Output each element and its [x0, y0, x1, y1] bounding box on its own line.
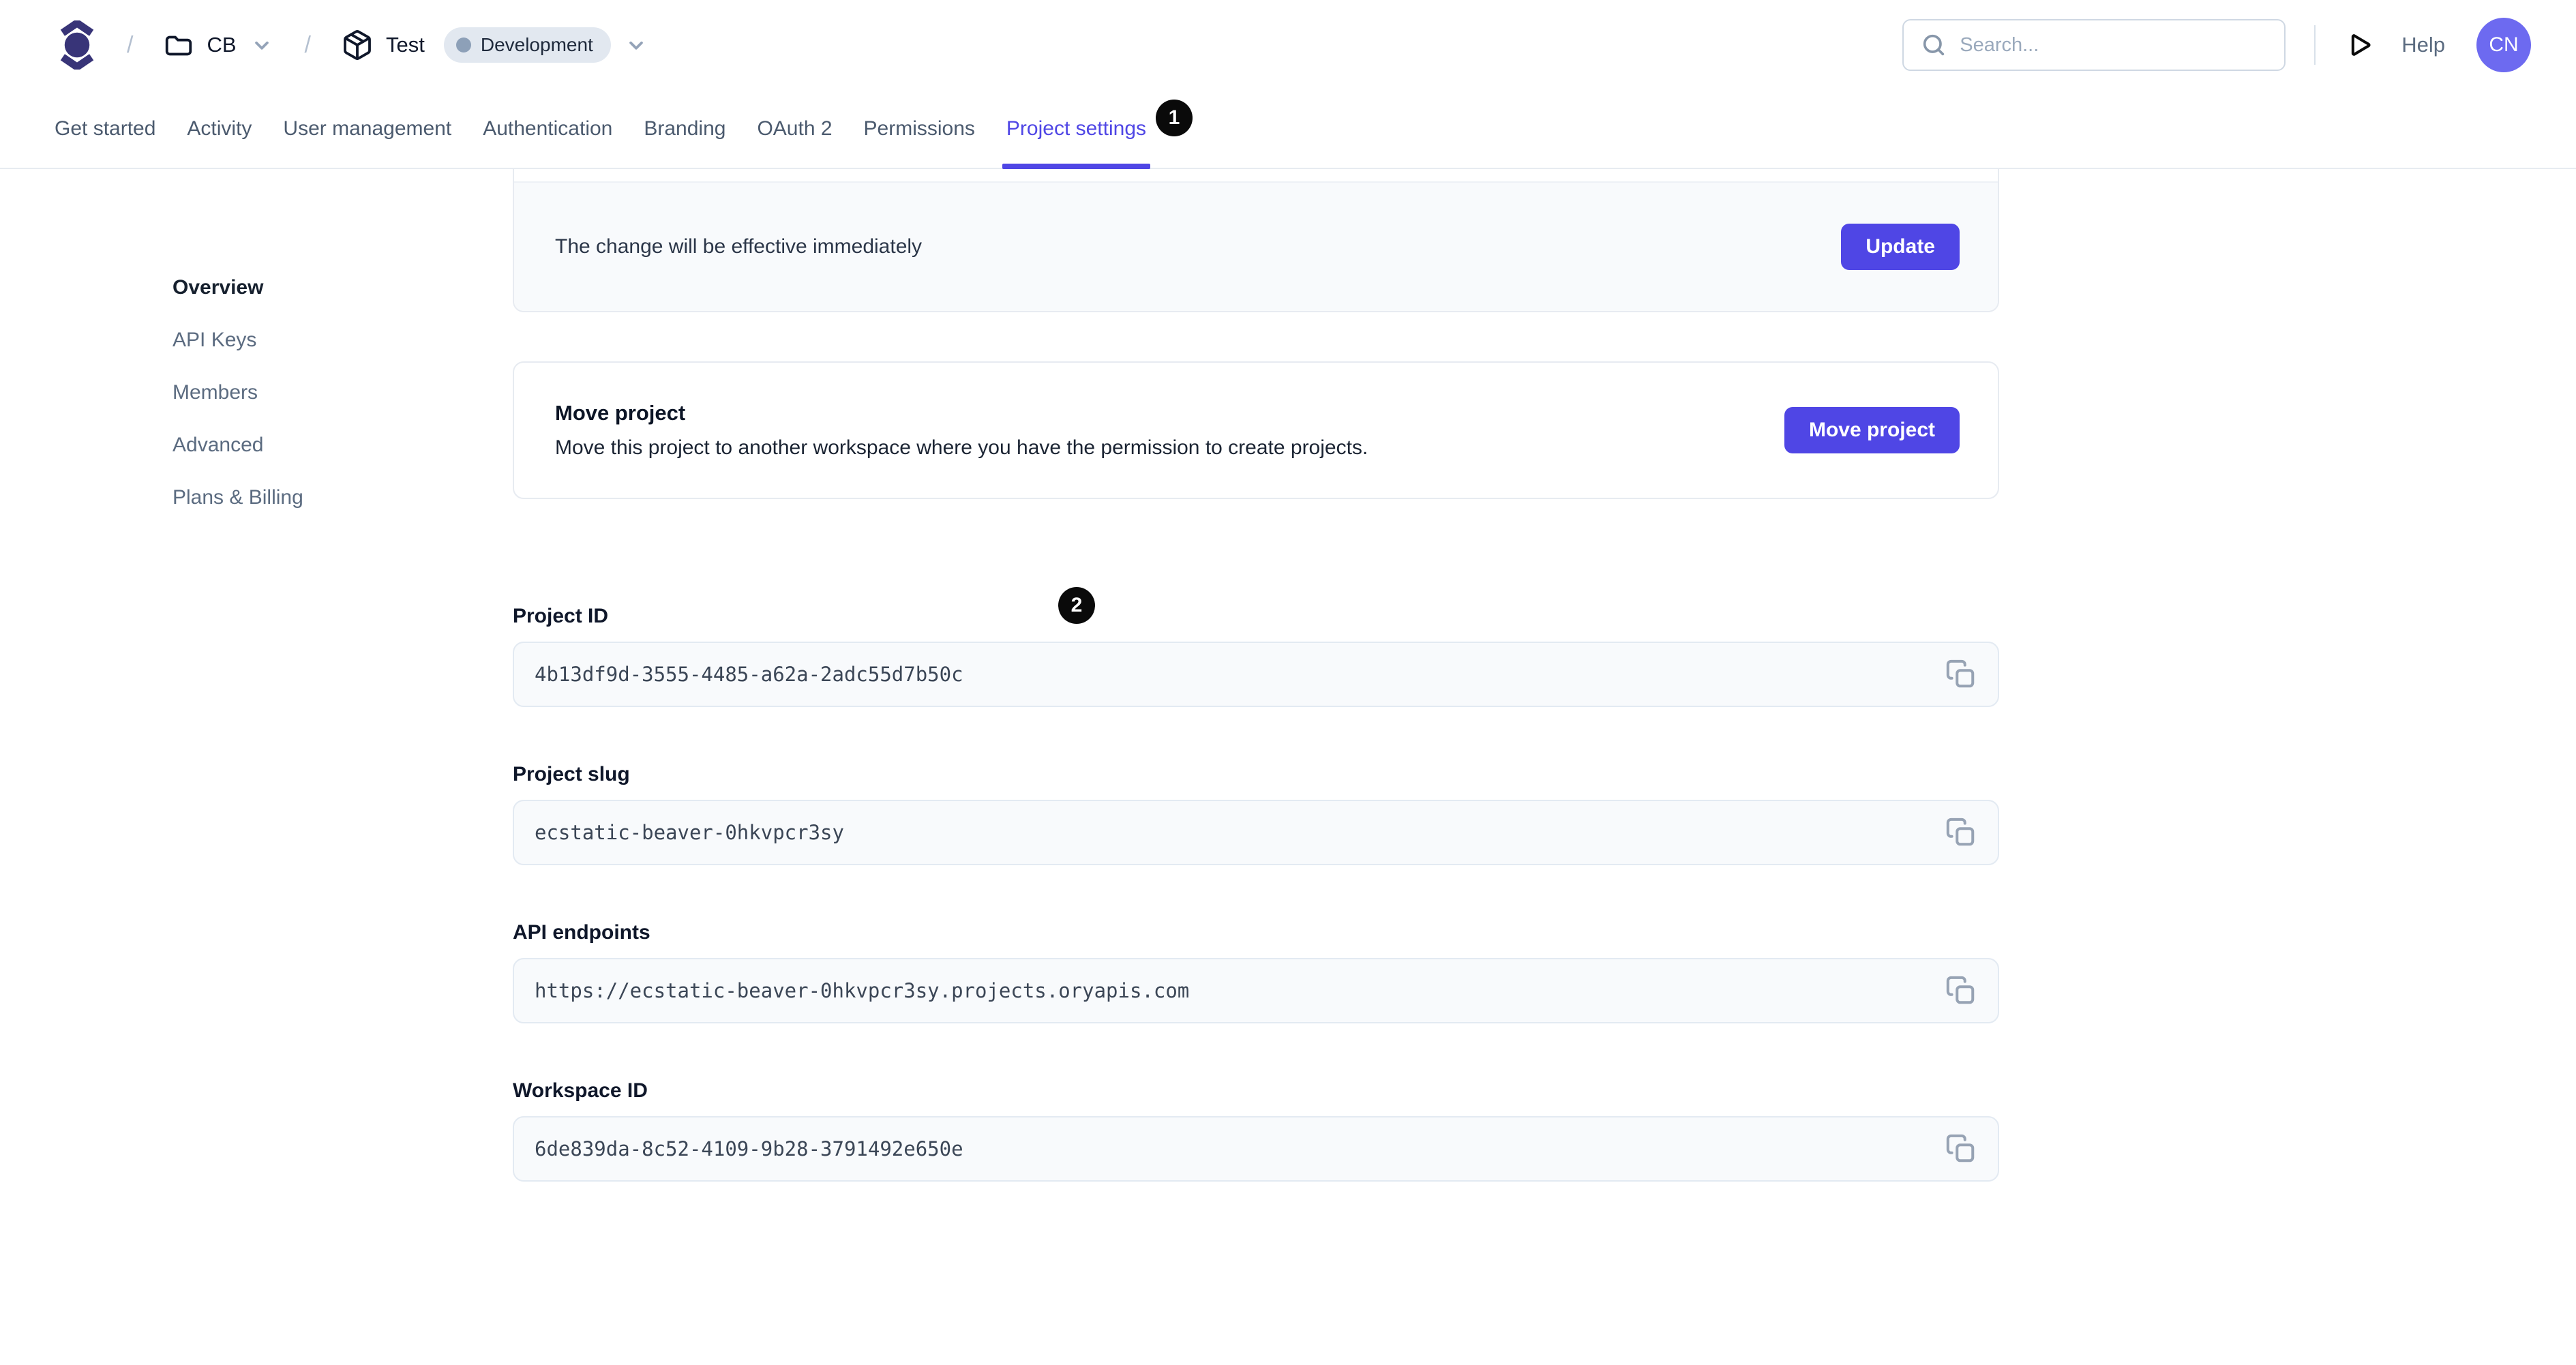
sidebar-item-members[interactable]: Members — [173, 381, 513, 404]
api-endpoints-value: https://ecstatic-beaver-0hkvpcr3sy.proje… — [535, 979, 1190, 1002]
field-value-box: 6de839da-8c52-4109-9b28-3791492e650e — [513, 1116, 1999, 1182]
move-project-card: Move project Move this project to anothe… — [513, 361, 1999, 499]
project-name: Test — [385, 33, 425, 57]
workspace-name: CB — [207, 33, 237, 57]
search-box[interactable] — [1902, 19, 2286, 71]
tab-user-management[interactable]: User management — [283, 90, 451, 168]
help-link[interactable]: Help — [2401, 33, 2445, 57]
field-value-box: 4b13df9d-3555-4485-a62a-2adc55d7b50c — [513, 642, 1999, 707]
sidebar-item-advanced[interactable]: Advanced — [173, 434, 513, 456]
tab-activity[interactable]: Activity — [187, 90, 252, 168]
field-project-slug: Project slug ecstatic-beaver-0hkvpcr3sy — [513, 763, 1999, 865]
ory-logo-icon[interactable] — [57, 20, 97, 70]
tab-label: Project settings — [1006, 117, 1146, 140]
update-card: The change will be effective immediately… — [513, 169, 1999, 312]
settings-sidebar: Overview API Keys Members Advanced Plans… — [0, 169, 513, 1365]
annotation-badge-1: 1 — [1156, 100, 1193, 136]
breadcrumb-separator: / — [304, 31, 311, 58]
search-icon — [1920, 31, 1947, 59]
project-switcher[interactable]: Test Development — [341, 27, 649, 63]
tab-oauth2[interactable]: OAuth 2 — [757, 90, 832, 168]
copy-icon — [1945, 659, 1977, 690]
update-card-footer: The change will be effective immediately… — [514, 181, 1998, 311]
header-actions: Help CN — [1902, 18, 2531, 72]
tab-project-settings[interactable]: Project settings 1 — [1002, 90, 1193, 169]
move-project-description: Move this project to another workspace w… — [555, 436, 1368, 459]
project-id-value: 4b13df9d-3555-4485-a62a-2adc55d7b50c — [535, 663, 963, 686]
avatar[interactable]: CN — [2476, 18, 2531, 72]
field-value-box: ecstatic-beaver-0hkvpcr3sy — [513, 800, 1999, 865]
field-project-id: Project ID 4b13df9d-3555-4485-a62a-2adc5… — [513, 605, 1999, 707]
field-label: Project slug — [513, 763, 630, 785]
copy-button[interactable] — [1942, 972, 1980, 1010]
move-project-button[interactable]: Move project — [1784, 407, 1960, 453]
chevron-down-icon — [249, 32, 275, 58]
field-workspace-id: Workspace ID 6de839da-8c52-4109-9b28-379… — [513, 1079, 1999, 1182]
field-label: Workspace ID — [513, 1079, 648, 1102]
environment-badge: Development — [443, 27, 611, 63]
top-bar: / CB / Test Development Search... Help C… — [0, 0, 2576, 90]
update-card-body — [514, 169, 1998, 181]
field-value-box: https://ecstatic-beaver-0hkvpcr3sy.proje… — [513, 958, 1999, 1023]
page-content: Overview API Keys Members Advanced Plans… — [0, 169, 2576, 1365]
update-note: The change will be effective immediately — [555, 235, 923, 258]
tab-branding[interactable]: Branding — [644, 90, 725, 168]
move-project-text: Move project Move this project to anothe… — [555, 401, 1368, 460]
tab-authentication[interactable]: Authentication — [483, 90, 612, 168]
package-icon — [341, 29, 374, 61]
project-tabs: Get started Activity User management Aut… — [0, 90, 2576, 169]
header-divider — [2314, 25, 2316, 65]
copy-icon — [1945, 817, 1977, 848]
breadcrumb-separator: / — [127, 31, 134, 58]
copy-button[interactable] — [1942, 1130, 1980, 1168]
field-label: API endpoints — [513, 921, 650, 944]
search-input[interactable] — [1960, 33, 2268, 57]
folder-icon — [163, 29, 194, 61]
copy-icon — [1945, 975, 1977, 1006]
sidebar-item-overview[interactable]: Overview — [173, 276, 513, 299]
tab-permissions[interactable]: Permissions — [864, 90, 975, 168]
tab-get-started[interactable]: Get started — [55, 90, 155, 168]
sidebar-item-plans-billing[interactable]: Plans & Billing — [173, 486, 513, 509]
settings-main: The change will be effective immediately… — [513, 169, 1999, 1365]
environment-label: Development — [480, 34, 593, 55]
move-project-title: Move project — [555, 401, 686, 425]
run-play-icon[interactable] — [2344, 30, 2374, 60]
update-button[interactable]: Update — [1841, 224, 1960, 270]
project-identifiers-section: 2 Project ID 4b13df9d-3555-4485-a62a-2ad… — [513, 587, 1999, 1182]
annotation-badge-2: 2 — [1058, 587, 1095, 624]
project-slug-value: ecstatic-beaver-0hkvpcr3sy — [535, 821, 844, 844]
copy-button[interactable] — [1942, 655, 1980, 693]
copy-icon — [1945, 1133, 1977, 1165]
workspace-switcher[interactable]: CB — [163, 29, 274, 61]
workspace-id-value: 6de839da-8c52-4109-9b28-3791492e650e — [535, 1137, 963, 1160]
avatar-initials: CN — [2489, 33, 2519, 56]
environment-dot-icon — [455, 38, 471, 52]
copy-button[interactable] — [1942, 813, 1980, 852]
sidebar-item-api-keys[interactable]: API Keys — [173, 329, 513, 351]
field-label: Project ID — [513, 605, 609, 627]
field-api-endpoints: API endpoints https://ecstatic-beaver-0h… — [513, 921, 1999, 1023]
chevron-down-icon — [623, 32, 649, 58]
